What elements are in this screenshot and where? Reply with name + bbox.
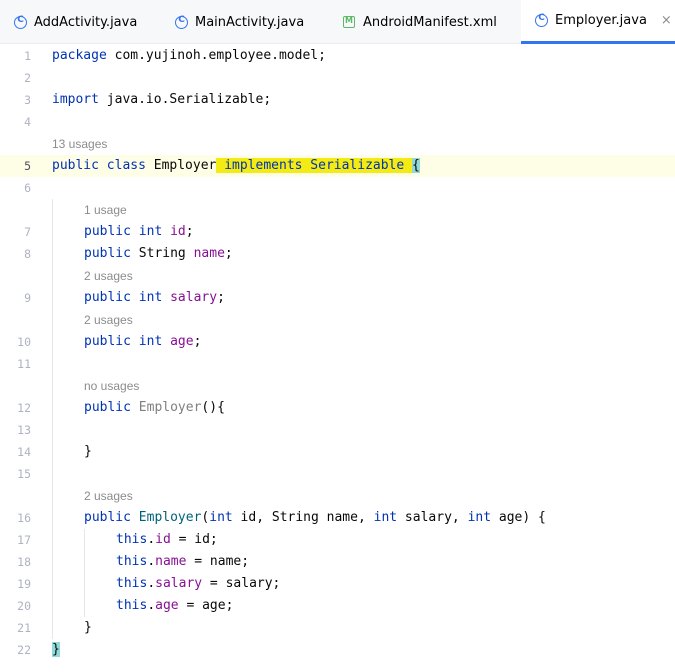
- usages-hint[interactable]: 13 usages: [52, 133, 107, 155]
- code-line: this.name = name;: [116, 551, 249, 573]
- code-text: ;: [185, 224, 194, 239]
- keyword: int: [209, 510, 233, 525]
- keyword: implements Serializable: [216, 158, 413, 173]
- keyword: package: [52, 48, 107, 63]
- field-name: id: [155, 532, 171, 547]
- code-text: = age;: [178, 598, 234, 613]
- tab-label: MainActivity.java: [195, 14, 305, 30]
- class-icon: [535, 13, 548, 27]
- code-text: .: [147, 554, 156, 569]
- code-line: }: [84, 617, 92, 639]
- code-line: }: [52, 639, 60, 661]
- field-name: age: [155, 598, 179, 613]
- class-icon: [175, 15, 188, 29]
- usages-hint[interactable]: no usages: [84, 375, 139, 397]
- tab-mainactivity[interactable]: MainActivity.java: [175, 0, 304, 44]
- tab-label: Employer.java: [555, 13, 647, 28]
- code-line: this.salary = salary;: [116, 573, 280, 595]
- code-line: this.age = age;: [116, 595, 233, 617]
- code-editor[interactable]: 1 2 3 4 5 6 7 8 9 10 11 12 13 14 15 16 1…: [0, 45, 675, 672]
- code-text: salary,: [397, 510, 468, 525]
- editor-tab-bar: AddActivity.java MainActivity.java Andro…: [0, 0, 675, 44]
- code-line: public int id;: [84, 221, 194, 243]
- usages-hint[interactable]: 2 usages: [84, 485, 133, 507]
- keyword: import: [52, 92, 99, 107]
- keyword: public int: [84, 334, 163, 349]
- code-line: import java.io.Serializable;: [52, 89, 271, 111]
- keyword: public: [84, 510, 131, 525]
- keyword: public class: [52, 158, 146, 173]
- class-icon: [14, 15, 27, 29]
- field-name: salary: [170, 290, 218, 305]
- code-text: java.io.Serializable;: [98, 92, 272, 107]
- code-line: }: [84, 441, 92, 463]
- code-text: (){: [201, 400, 225, 415]
- keyword: this: [116, 554, 148, 569]
- matched-brace: {: [412, 158, 420, 173]
- code-text: com.yujinoh.employee.model;: [106, 48, 326, 63]
- keyword: public: [84, 246, 131, 261]
- code-area[interactable]: package com.yujinoh.employee.model; impo…: [0, 45, 675, 672]
- keyword: this: [116, 576, 148, 591]
- usages-hint[interactable]: 1 usage: [84, 199, 127, 221]
- keyword: public int: [84, 224, 163, 239]
- code-text: .: [147, 576, 156, 591]
- keyword: public int: [84, 290, 163, 305]
- code-text: age) {: [491, 510, 546, 525]
- field-name: age: [170, 334, 194, 349]
- keyword: public: [84, 400, 131, 415]
- class-name: Employer: [145, 158, 217, 173]
- code-line: this.id = id;: [116, 529, 218, 551]
- usages-hint[interactable]: 2 usages: [84, 265, 133, 287]
- code-text: ;: [224, 246, 233, 261]
- tab-label: AddActivity.java: [34, 14, 138, 30]
- field-name: id: [170, 224, 186, 239]
- keyword: int: [467, 510, 492, 525]
- type-name: String: [130, 246, 194, 261]
- code-text: }: [84, 444, 92, 459]
- code-text: }: [84, 620, 92, 635]
- tab-label: AndroidManifest.xml: [363, 14, 497, 30]
- tab-employer[interactable]: Employer.java ×: [521, 0, 675, 44]
- code-line: public Employer(){: [84, 397, 225, 419]
- code-line: public int salary;: [84, 287, 225, 309]
- usages-hint[interactable]: 2 usages: [84, 309, 133, 331]
- code-text: = name;: [186, 554, 250, 569]
- matched-brace: }: [52, 642, 60, 657]
- keyword: this: [116, 598, 148, 613]
- code-line: package com.yujinoh.employee.model;: [52, 45, 326, 67]
- code-line: public Employer(int id, String name, int…: [84, 507, 546, 529]
- code-line-current: public class Employer implements Seriali…: [52, 155, 420, 177]
- tab-androidmanifest[interactable]: AndroidManifest.xml: [343, 0, 497, 44]
- keyword: int: [373, 510, 398, 525]
- unused-constructor-name: Employer: [138, 400, 202, 415]
- keyword: this: [116, 532, 148, 547]
- tab-addactivity[interactable]: AddActivity.java: [14, 0, 137, 44]
- manifest-icon: [343, 16, 355, 28]
- implements-highlight: implements Serializable {: [216, 158, 420, 173]
- field-name: name: [193, 246, 225, 261]
- code-text: id, String name,: [232, 510, 374, 525]
- code-line: public int age;: [84, 331, 201, 353]
- code-text: ;: [217, 290, 225, 305]
- code-text: .: [147, 598, 156, 613]
- field-name: name: [155, 554, 187, 569]
- code-text: ;: [193, 334, 202, 349]
- code-text: = salary;: [202, 576, 281, 591]
- close-tab-icon[interactable]: ×: [661, 13, 672, 28]
- constructor-name: Employer: [138, 510, 202, 525]
- code-line: public String name;: [84, 243, 233, 265]
- field-name: salary: [155, 576, 203, 591]
- code-text: .: [147, 532, 156, 547]
- code-text: = id;: [170, 532, 218, 547]
